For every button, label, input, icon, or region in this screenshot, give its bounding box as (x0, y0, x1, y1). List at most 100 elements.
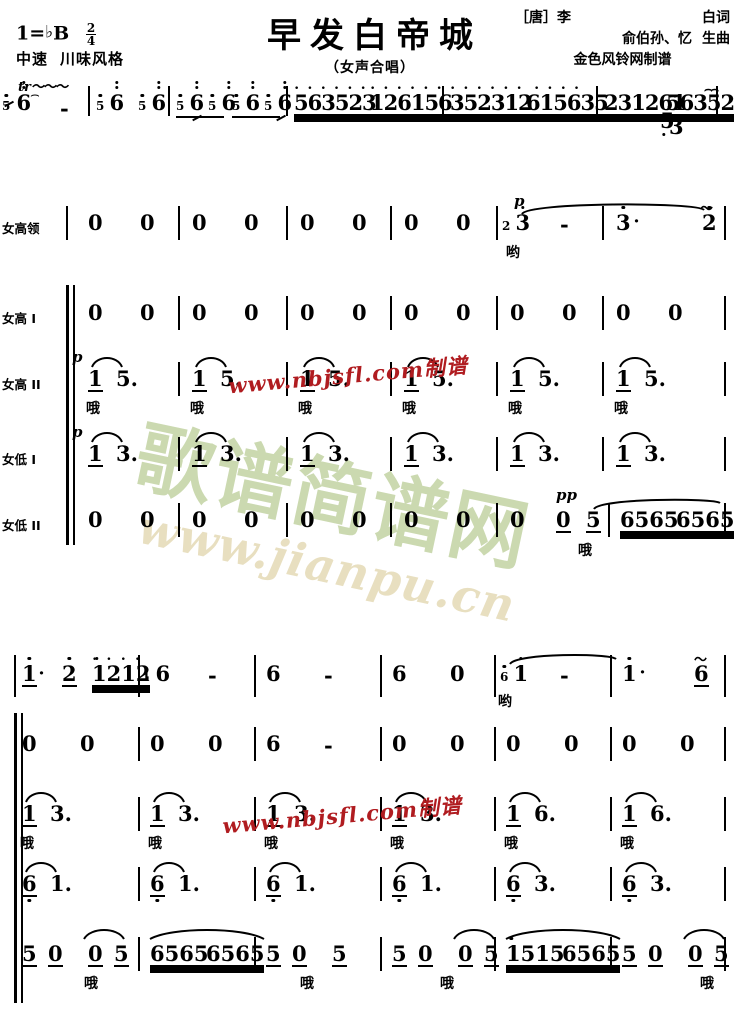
alto2-run: 6565 (150, 941, 209, 967)
lyricist-name: ［唐］李 (515, 10, 571, 26)
barline (494, 655, 496, 697)
barline (724, 797, 726, 831)
note: 6 (22, 873, 37, 902)
part-label-alto2: 女低 II (2, 518, 41, 533)
barline (178, 362, 180, 396)
barline (390, 362, 392, 396)
rest: 0 (450, 661, 465, 686)
note: 1 (192, 366, 207, 392)
note: 1 (616, 366, 631, 392)
grace-note: 1 (142, 670, 151, 684)
barline (610, 867, 612, 901)
barline (14, 937, 16, 971)
lyric: 哦 (390, 836, 404, 852)
barline (14, 797, 16, 831)
rest: 0 (48, 941, 63, 967)
note: 6 (150, 873, 165, 902)
barline (494, 797, 496, 831)
lyric: 哦 (508, 401, 522, 417)
barline (496, 437, 498, 471)
barline (610, 655, 612, 697)
lead-note: 6 (392, 661, 407, 686)
note: 1 (404, 441, 419, 467)
note: 1. (294, 871, 316, 896)
barline (610, 797, 612, 831)
rest: 0 (510, 507, 525, 532)
lead-note: 3 · (616, 206, 640, 233)
rest: 0 (616, 300, 631, 325)
note: 3. (116, 441, 138, 466)
barline (724, 867, 726, 901)
lead-grace-group: 1 6 (142, 663, 170, 685)
barline (286, 296, 288, 330)
barline (254, 867, 256, 901)
note: 1 (510, 366, 525, 392)
rest: 0 (244, 300, 259, 325)
note: 6 (622, 873, 637, 902)
rest: 0 (88, 941, 103, 967)
note: 3. (294, 801, 316, 826)
octave-dots: •••••• (450, 84, 530, 94)
barline (496, 362, 498, 396)
rest: 0 (88, 210, 103, 235)
note: 5. (432, 366, 454, 391)
rest: 0 (456, 300, 471, 325)
barline (286, 206, 288, 240)
barline (66, 362, 68, 396)
lyric: 哦 (504, 836, 518, 852)
note: 5. (538, 366, 560, 391)
note: 1 (22, 801, 37, 827)
lyric-alto2: 哦 (300, 976, 314, 992)
composer-role: 生曲 (702, 31, 730, 47)
lyricist-role: 白词 (702, 10, 730, 26)
barline (254, 727, 256, 761)
rest: 0 (668, 300, 683, 325)
barline (138, 727, 140, 761)
lead-grace-group: 6 1 (500, 657, 528, 685)
alto2-note: 5 (392, 941, 407, 967)
note: 6 (392, 873, 407, 902)
lead-entrance: 2 3 (502, 206, 530, 234)
lead-note: 2 (702, 206, 717, 233)
octave-dots: •••• (92, 655, 150, 665)
note: 1 (622, 801, 637, 827)
barline (178, 206, 180, 240)
barline (494, 867, 496, 901)
barline (496, 206, 498, 240)
rest: 0 (208, 731, 223, 756)
note: 5. (644, 366, 666, 391)
barline (178, 296, 180, 330)
barline (14, 655, 16, 697)
alto2-note: 5 (114, 941, 129, 967)
barline (178, 437, 180, 471)
barline (138, 797, 140, 831)
lyric-alto2: 哦 (84, 976, 98, 992)
octave-dots: •••••• (294, 84, 374, 94)
barline (380, 937, 382, 971)
lyric: 哦 (148, 836, 162, 852)
rest: 0 (88, 507, 103, 532)
rest: 0 (300, 210, 315, 235)
lead-dash: - (560, 212, 569, 237)
barline (496, 503, 498, 537)
rest: 0 (140, 300, 155, 325)
rest: 0 (450, 731, 465, 756)
dash: - (324, 733, 333, 758)
rest: 0 (418, 941, 433, 967)
note: 3. (178, 801, 200, 826)
rest: 0 (352, 210, 367, 235)
barline (390, 503, 392, 537)
part-label-alto1: 女低 I (2, 452, 37, 467)
note: 6 (266, 873, 281, 902)
rest: 0 (22, 731, 37, 756)
lead-dash: - (324, 663, 333, 688)
slur (682, 927, 726, 941)
barline (602, 296, 604, 330)
rest: 0 (456, 507, 471, 532)
cadence-measure-1: 5 (660, 110, 675, 136)
alto2-note: 5 (586, 507, 601, 533)
rest: 0 (404, 210, 419, 235)
lyric-alto2: 哦 (700, 976, 714, 992)
rest: 0 (300, 300, 315, 325)
slur (82, 927, 126, 941)
